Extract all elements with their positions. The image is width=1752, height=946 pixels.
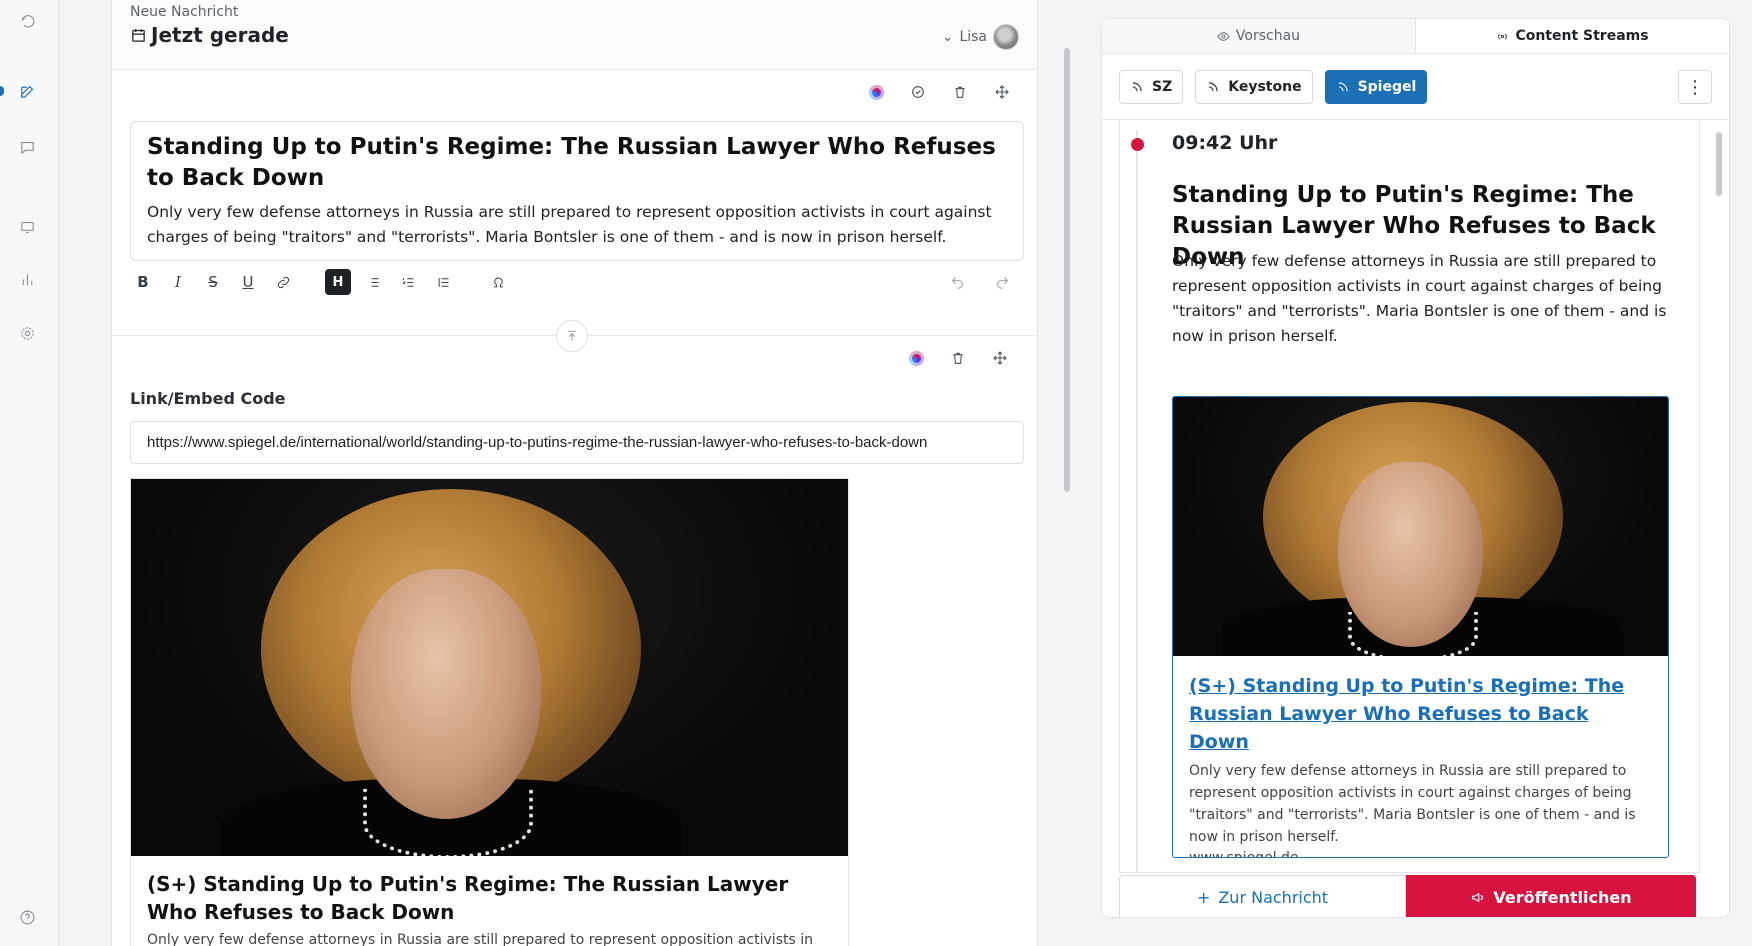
action-bar: + Zur Nachricht Veröffentlichen	[1119, 875, 1696, 917]
trash-icon[interactable]	[946, 346, 970, 370]
omega-icon	[493, 277, 503, 287]
ai-assist-icon[interactable]	[864, 80, 888, 104]
quote-button[interactable]	[430, 269, 456, 295]
more-options-icon[interactable]: ⋮	[1678, 70, 1712, 104]
special-chars-button[interactable]	[485, 269, 511, 295]
embed-label: Link/Embed Code	[130, 389, 286, 408]
bullet-list-button[interactable]	[360, 269, 386, 295]
feed-scrollbar[interactable]	[1716, 132, 1722, 196]
publish-label: Veröffentlichen	[1493, 888, 1632, 907]
embed-block-tools	[904, 346, 1012, 370]
gutter	[59, 0, 111, 946]
bullet-list-icon	[368, 277, 378, 287]
rss-icon	[1209, 81, 1218, 92]
tab-vorschau[interactable]: Vorschau	[1102, 19, 1415, 53]
heading-button[interactable]: H	[325, 269, 351, 295]
headline-field[interactable]: Standing Up to Putin's Regime: The Russi…	[147, 132, 1007, 194]
text-block[interactable]: Standing Up to Putin's Regime: The Russi…	[130, 121, 1024, 261]
format-toolbar: B I S U H	[130, 268, 1024, 296]
stream-label: SZ	[1152, 78, 1173, 95]
insert-block-button[interactable]	[556, 320, 588, 352]
entry-card-title[interactable]: (S+) Standing Up to Putin's Regime: The …	[1173, 656, 1668, 756]
monitor-icon[interactable]	[16, 216, 38, 238]
quote-icon	[438, 277, 448, 287]
panel-tabs: Vorschau Content Streams	[1102, 19, 1729, 54]
history-controls	[944, 269, 1024, 295]
rss-icon	[1338, 81, 1348, 92]
stream-label: Spiegel	[1357, 78, 1417, 95]
preview-panel: Vorschau Content Streams SZ Keystone Spi…	[1101, 18, 1730, 918]
calendar-icon	[132, 28, 145, 42]
settings-icon[interactable]	[16, 322, 38, 344]
redo-icon	[996, 276, 1008, 289]
editor-pane: Neue Nachricht Jetzt gerade ⌄ Lisa Stand…	[111, 0, 1038, 946]
move-icon[interactable]	[990, 80, 1014, 104]
bold-button[interactable]: B	[130, 269, 156, 295]
undo-button[interactable]	[944, 269, 970, 295]
card-description: Only very few defense attorneys in Russi…	[147, 932, 813, 946]
tab-label: Vorschau	[1235, 28, 1301, 44]
ordered-list-icon	[402, 277, 413, 287]
publish-time[interactable]: Jetzt gerade	[130, 23, 1019, 47]
link-icon	[277, 276, 289, 288]
to-message-label: Zur Nachricht	[1218, 888, 1329, 907]
chat-icon[interactable]	[16, 136, 38, 158]
back-icon[interactable]	[16, 10, 38, 32]
card-title: (S+) Standing Up to Putin's Regime: The …	[147, 872, 789, 924]
stream-chip-keystone[interactable]: Keystone	[1195, 69, 1313, 104]
timeline-dot	[1131, 138, 1144, 151]
undo-icon	[951, 276, 963, 289]
user-name: Lisa	[959, 29, 987, 45]
embed-url-input[interactable]: https://www.spiegel.de/international/wor…	[130, 421, 1024, 464]
chart-icon[interactable]	[16, 268, 38, 290]
tab-content-streams[interactable]: Content Streams	[1415, 19, 1729, 53]
link-preview-card[interactable]: (S+) Standing Up to Putin's Regime: The …	[130, 478, 849, 946]
entry-photo	[1173, 397, 1668, 656]
megaphone-icon	[1472, 892, 1484, 903]
broadcast-icon	[1498, 32, 1508, 40]
timeline-line	[1136, 130, 1138, 872]
edit-icon[interactable]	[16, 80, 38, 102]
publish-button[interactable]: Veröffentlichen	[1406, 875, 1696, 917]
tab-label: Content Streams	[1515, 28, 1649, 44]
nav-rail	[0, 0, 59, 946]
ordered-list-button[interactable]	[395, 269, 421, 295]
link-button[interactable]	[270, 269, 296, 295]
entry-link-card[interactable]: (S+) Standing Up to Putin's Regime: The …	[1172, 396, 1669, 858]
avatar	[993, 24, 1019, 50]
entry-lead: Only very few defense attorneys in Russi…	[1172, 252, 1667, 345]
stream-feed: 09:42 Uhr Standing Up to Putin's Regime:…	[1119, 120, 1700, 873]
entry-time: 09:42 Uhr	[1172, 132, 1278, 154]
chevron-down-icon: ⌄	[941, 29, 954, 45]
kicker-label: Neue Nachricht	[130, 4, 239, 20]
trash-icon[interactable]	[948, 80, 972, 104]
editor-header: Neue Nachricht Jetzt gerade ⌄ Lisa	[112, 0, 1037, 70]
user-menu[interactable]: ⌄ Lisa	[942, 24, 1019, 50]
plus-icon: +	[1196, 888, 1211, 907]
help-icon[interactable]	[16, 906, 38, 928]
underline-button[interactable]: U	[235, 269, 261, 295]
strikethrough-button[interactable]: S	[200, 269, 226, 295]
entry-card-description: Only very few defense attorneys in Russi…	[1189, 763, 1636, 845]
text-block-tools	[864, 80, 1014, 104]
arrow-up-icon	[567, 330, 577, 341]
stream-label: Keystone	[1228, 78, 1302, 95]
italic-button[interactable]: I	[165, 269, 191, 295]
check-icon[interactable]	[906, 80, 930, 104]
article-photo	[131, 479, 848, 856]
eye-icon	[1217, 31, 1230, 41]
stream-filter-bar: SZ Keystone Spiegel ⋮	[1102, 54, 1729, 120]
ai-assist-icon[interactable]	[904, 346, 928, 370]
publish-time-label: Jetzt gerade	[151, 23, 289, 47]
active-nav-marker	[0, 86, 4, 96]
rss-icon	[1132, 81, 1142, 92]
lead-field[interactable]: Only very few defense attorneys in Russi…	[147, 200, 1007, 250]
move-icon[interactable]	[988, 346, 1012, 370]
stream-chip-sz[interactable]: SZ	[1119, 69, 1184, 104]
redo-button[interactable]	[989, 269, 1015, 295]
stream-chip-spiegel[interactable]: Spiegel	[1324, 69, 1428, 104]
editor-scrollbar[interactable]	[1064, 48, 1070, 492]
to-message-button[interactable]: + Zur Nachricht	[1119, 875, 1406, 917]
entry-card-source: www.spiegel.de	[1189, 850, 1299, 858]
